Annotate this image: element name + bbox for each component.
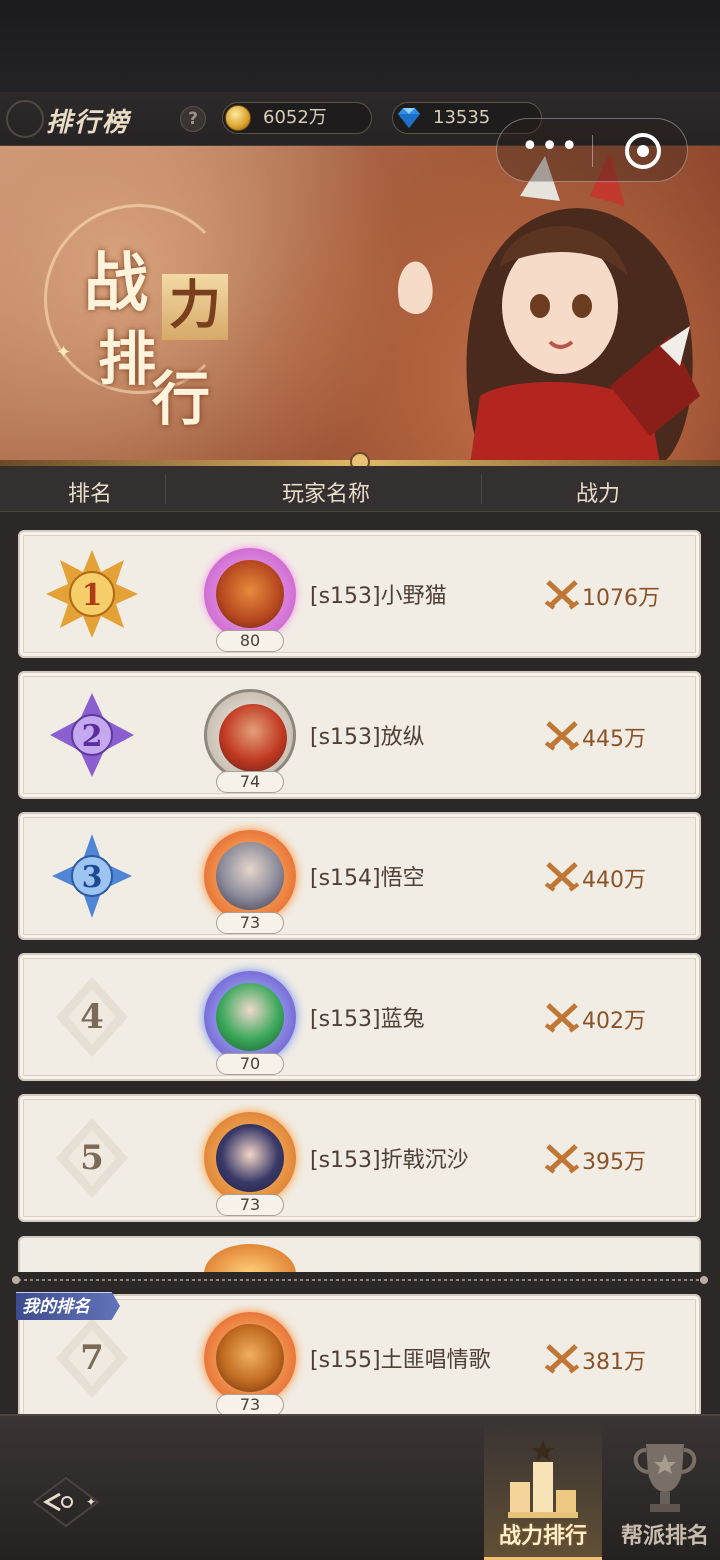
player-name: [s153]小野猫 [310, 584, 447, 609]
avatar-frame [204, 1244, 296, 1272]
sparkle-icon: ✦ [56, 342, 72, 363]
column-rank: 排名 [68, 482, 113, 507]
rank-number: 4 [80, 997, 104, 1037]
player-avatar[interactable]: 74 [198, 683, 302, 793]
ranking-row[interactable]: 2 74 [s153]放纵 445万 [18, 671, 701, 799]
page-title: 排行榜 [46, 108, 131, 138]
my-rank-tag: 我的排名 [16, 1292, 120, 1320]
crossed-swords-icon [544, 1003, 580, 1033]
banner-char-3: 力 [162, 274, 228, 340]
avatar-image [216, 842, 284, 910]
back-button[interactable]: ✦ [30, 1474, 102, 1530]
avatar-frame [204, 548, 296, 640]
avatar-image [216, 1124, 284, 1192]
player-name: [s153]折戟沉沙 [310, 1148, 469, 1173]
power-value: 395万 [582, 1150, 646, 1175]
player-name: [s155]土匪唱情歌 [310, 1348, 491, 1373]
more-icon[interactable]: ••• [521, 132, 578, 165]
column-separator [165, 474, 166, 504]
power-ranking-banner: ✦ 战 排 力 行 [0, 146, 720, 464]
power-value: 402万 [582, 1009, 646, 1034]
gold-counter[interactable]: 6052万 [222, 102, 372, 134]
blue-rank-badge-icon: 3 [52, 834, 132, 918]
bottom-nav: ✦ 战力排行 帮派排名 [0, 1414, 720, 1560]
avatar-frame [204, 689, 296, 781]
diamond-value: 13535 [433, 107, 491, 128]
ranking-row[interactable]: 4 70 [s153]蓝兔 402万 [18, 953, 701, 1081]
avatar-frame [204, 971, 296, 1063]
podium-icon [508, 1440, 578, 1518]
tab-power-ranking[interactable]: 战力排行 [484, 1420, 602, 1560]
trophy-icon [633, 1444, 697, 1512]
player-name: [s153]放纵 [310, 725, 425, 750]
avatar-image [216, 983, 284, 1051]
level-tag: 73 [216, 912, 284, 934]
rank-number: 5 [80, 1138, 104, 1178]
tab-guild-ranking[interactable]: 帮派排名 [606, 1420, 720, 1560]
banner-char-1: 战 [84, 246, 148, 321]
coin-icon [225, 105, 251, 131]
purple-rank-badge-icon: 2 [50, 693, 134, 777]
tab-label: 帮派排名 [620, 1523, 709, 1549]
player-avatar[interactable]: 80 [198, 542, 302, 652]
power-value: 1076万 [582, 586, 660, 611]
avatar-image [216, 1324, 284, 1392]
rank-number: 7 [80, 1338, 104, 1378]
gold-rank-badge-icon: 1 [46, 550, 138, 638]
player-avatar[interactable]: 70 [198, 965, 302, 1075]
ranking-row[interactable]: 5 73 [s153]折戟沉沙 395万 [18, 1094, 701, 1222]
player-name: [s153]蓝兔 [310, 1007, 425, 1032]
power-value: 381万 [582, 1350, 646, 1375]
power-value: 445万 [582, 727, 646, 752]
my-ranking-row[interactable]: 7 73 [s155]土匪唱情歌 381万 [18, 1294, 701, 1422]
question-icon[interactable]: ? [180, 106, 206, 132]
avatar-image [219, 704, 287, 772]
status-area [0, 0, 720, 92]
crossed-swords-icon [544, 580, 580, 610]
column-separator [481, 474, 482, 504]
banner-char-2: 排 [98, 325, 157, 393]
my-rank-divider [12, 1276, 708, 1284]
capsule-divider [592, 135, 593, 167]
tab-label: 战力排行 [498, 1523, 587, 1549]
back-arrow-icon [42, 1492, 61, 1512]
player-avatar[interactable]: 73 [198, 1306, 302, 1416]
crossed-swords-icon [544, 862, 580, 892]
level-tag: 73 [216, 1394, 284, 1416]
avatar-frame [204, 830, 296, 922]
column-power: 战力 [576, 482, 621, 507]
rank-number: 1 [82, 578, 103, 613]
column-player: 玩家名称 [282, 482, 371, 507]
column-header: 排名 玩家名称 战力 [0, 466, 720, 512]
avatar-frame [204, 1112, 296, 1204]
level-tag: 73 [216, 1194, 284, 1216]
close-icon[interactable] [625, 133, 661, 169]
crossed-swords-icon [544, 1144, 580, 1174]
rank-number: 2 [82, 719, 103, 754]
diamond-icon [398, 108, 420, 128]
ranking-row[interactable]: 1 80 [s153]小野猫 1076万 [18, 530, 701, 658]
svg-text:✦: ✦ [86, 1495, 96, 1509]
miniprogram-capsule: ••• [496, 118, 688, 182]
ranking-row[interactable]: 3 73 [s154]悟空 440万 [18, 812, 701, 940]
crossed-swords-icon [544, 721, 580, 751]
player-avatar[interactable]: 73 [198, 1106, 302, 1216]
ranking-list[interactable]: 1 80 [s153]小野猫 1076万 2 74 [s153]放纵 445万 … [0, 512, 720, 1422]
avatar-image [216, 560, 284, 628]
swirl-icon [6, 100, 44, 138]
level-tag: 70 [216, 1053, 284, 1075]
crossed-swords-icon [544, 1344, 580, 1374]
banner-char-4: 行 [152, 365, 211, 433]
level-tag: 80 [216, 630, 284, 652]
hero-character-art [397, 156, 700, 464]
player-name: [s154]悟空 [310, 866, 425, 891]
ranking-row-partial[interactable] [18, 1236, 701, 1272]
gold-value: 6052万 [263, 107, 327, 128]
player-avatar[interactable]: 73 [198, 824, 302, 934]
level-tag: 74 [216, 771, 284, 793]
power-value: 440万 [582, 868, 646, 893]
avatar-frame [204, 1312, 296, 1404]
rank-number: 3 [82, 860, 103, 895]
